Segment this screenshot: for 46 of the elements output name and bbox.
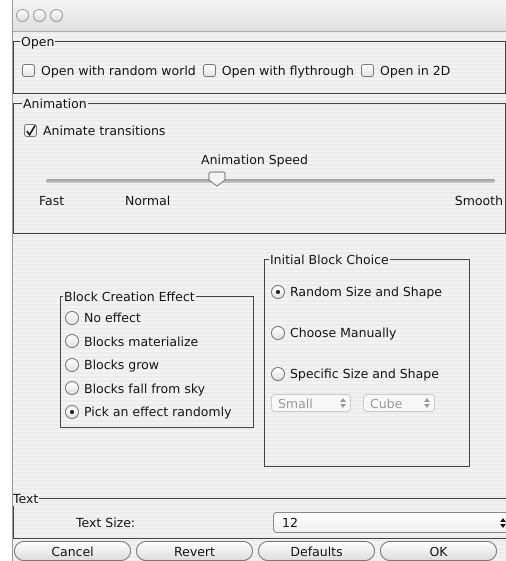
radio-button[interactable] bbox=[65, 381, 79, 396]
checkbox-label: Open with random world bbox=[41, 63, 196, 78]
checkbox[interactable] bbox=[202, 64, 216, 77]
radio-label: Blocks grow bbox=[84, 357, 159, 372]
dialog-button[interactable]: Cancel bbox=[14, 541, 131, 561]
window-button[interactable] bbox=[33, 9, 46, 22]
stepper-arrows-icon bbox=[424, 398, 430, 408]
group-title: Open bbox=[20, 34, 56, 49]
tick-label: Normal bbox=[125, 193, 170, 208]
slider-thumb[interactable] bbox=[208, 171, 226, 187]
radio-label: Choose Manually bbox=[290, 325, 396, 340]
radio-button[interactable] bbox=[271, 366, 285, 380]
tick-label: Fast bbox=[39, 193, 64, 208]
checkbox-label: Open with flythrough bbox=[222, 63, 354, 78]
radio-label: Blocks fall from sky bbox=[84, 380, 206, 396]
stepper-arrows-icon bbox=[340, 398, 346, 408]
checkbox-label: Animate transitions bbox=[43, 123, 166, 138]
checkbox-label: Open in 2D bbox=[380, 63, 450, 78]
checkbox[interactable] bbox=[24, 124, 37, 137]
radio-button[interactable] bbox=[65, 404, 79, 419]
radio-label: No effect bbox=[84, 310, 141, 326]
slider-label: Animation Speed bbox=[201, 152, 308, 167]
stepper-arrows-icon bbox=[500, 518, 506, 528]
window-button[interactable] bbox=[50, 9, 63, 22]
radio-button[interactable] bbox=[271, 326, 285, 340]
checkbox[interactable] bbox=[22, 64, 35, 77]
radio-label: Blocks materialize bbox=[84, 334, 198, 349]
dialog-button[interactable]: Revert bbox=[136, 541, 253, 561]
radio-label: Specific Size and Shape bbox=[290, 366, 439, 381]
radio-label: Random Size and Shape bbox=[290, 284, 442, 299]
text-size-dropdown[interactable]: 12 bbox=[273, 512, 506, 533]
radio-button[interactable] bbox=[65, 334, 79, 348]
radio-button[interactable] bbox=[65, 310, 79, 325]
tick-label: Smooth bbox=[454, 193, 503, 208]
dialog-button[interactable]: OK bbox=[380, 541, 497, 561]
group-title: Block Creation Effect bbox=[63, 289, 196, 304]
dialog-button[interactable]: Defaults bbox=[258, 541, 375, 561]
field-label: Text Size: bbox=[76, 515, 136, 530]
group-title: Text bbox=[12, 491, 40, 506]
radio-label: Pick an effect randomly bbox=[84, 404, 232, 420]
window-button[interactable] bbox=[16, 9, 29, 22]
radio-button[interactable] bbox=[65, 358, 79, 372]
radio-button[interactable] bbox=[271, 284, 285, 298]
group-title: Animation bbox=[22, 96, 88, 111]
group-title: Initial Block Choice bbox=[269, 252, 390, 267]
checkbox[interactable] bbox=[360, 64, 374, 77]
